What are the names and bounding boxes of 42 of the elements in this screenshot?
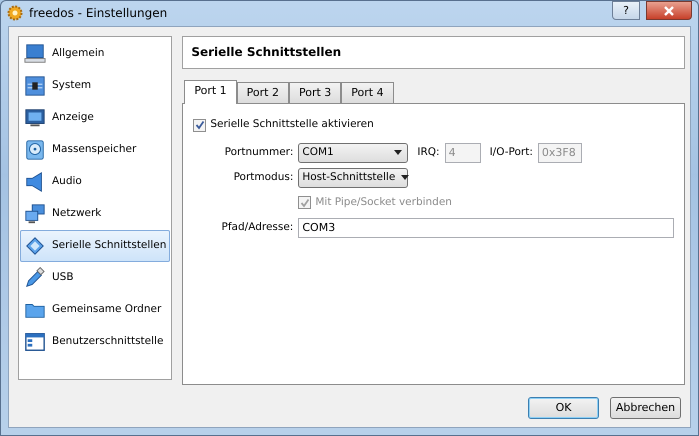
tab[interactable]: Port 2 bbox=[236, 82, 289, 103]
dialog-button[interactable]: OK bbox=[528, 397, 599, 419]
sidebar-item[interactable]: Gemeinsame Ordner bbox=[20, 294, 170, 326]
chip-icon bbox=[24, 74, 46, 96]
checkbox-label: Mit Pipe/Socket verbinden bbox=[315, 194, 452, 210]
dropdown[interactable]: Host-Schnittstelle bbox=[298, 168, 408, 188]
sidebar-item[interactable]: Serielle Schnittstellen bbox=[20, 230, 170, 262]
sidebar-item[interactable]: Audio bbox=[20, 166, 170, 198]
field-label: Portnummer: bbox=[224, 144, 294, 160]
tab[interactable]: Port 3 bbox=[288, 82, 342, 103]
checkbox-label: Serielle Schnittstelle aktivieren bbox=[210, 117, 374, 132]
field-label: I/O-Port: bbox=[490, 144, 533, 160]
usb-stick-icon bbox=[24, 266, 46, 288]
close-button[interactable] bbox=[646, 1, 692, 20]
sidebar-item[interactable]: Allgemein bbox=[20, 38, 170, 70]
field-label: IRQ: bbox=[417, 144, 440, 160]
window-title: freedos - Einstellungen bbox=[29, 5, 168, 22]
tab[interactable]: Port 1 bbox=[184, 80, 237, 104]
dialog-button[interactable]: Abbrechen bbox=[610, 397, 681, 419]
dropdown[interactable]: COM1 bbox=[298, 142, 408, 162]
serial-port-icon bbox=[24, 234, 46, 256]
network-icon bbox=[24, 202, 46, 224]
sidebar-item[interactable]: USB bbox=[20, 262, 170, 294]
tab[interactable]: Port 4 bbox=[341, 82, 394, 103]
sidebar-item[interactable]: Massenspeicher bbox=[20, 134, 170, 166]
gear-icon bbox=[7, 5, 23, 22]
help-button[interactable]: ? bbox=[612, 1, 640, 20]
caret-icon bbox=[401, 175, 410, 180]
input-field[interactable]: COM3 bbox=[298, 218, 674, 238]
caret-icon bbox=[394, 150, 402, 155]
sidebar-item[interactable]: Netzwerk bbox=[20, 198, 170, 230]
page-title: Serielle Schnittstellen bbox=[182, 36, 686, 68]
field-label: Pfad/Adresse: bbox=[220, 220, 294, 235]
monitor-icon bbox=[24, 106, 46, 128]
close-icon bbox=[663, 6, 675, 16]
field-label: Portmodus: bbox=[232, 170, 294, 185]
laptop-icon bbox=[24, 42, 46, 64]
sidebar-item[interactable]: System bbox=[20, 70, 170, 102]
sidebar-item[interactable]: Anzeige bbox=[20, 102, 170, 134]
sidebar-item[interactable]: Benutzerschnittstelle bbox=[20, 326, 170, 358]
checkbox[interactable] bbox=[193, 118, 206, 132]
window-icon bbox=[24, 330, 46, 352]
